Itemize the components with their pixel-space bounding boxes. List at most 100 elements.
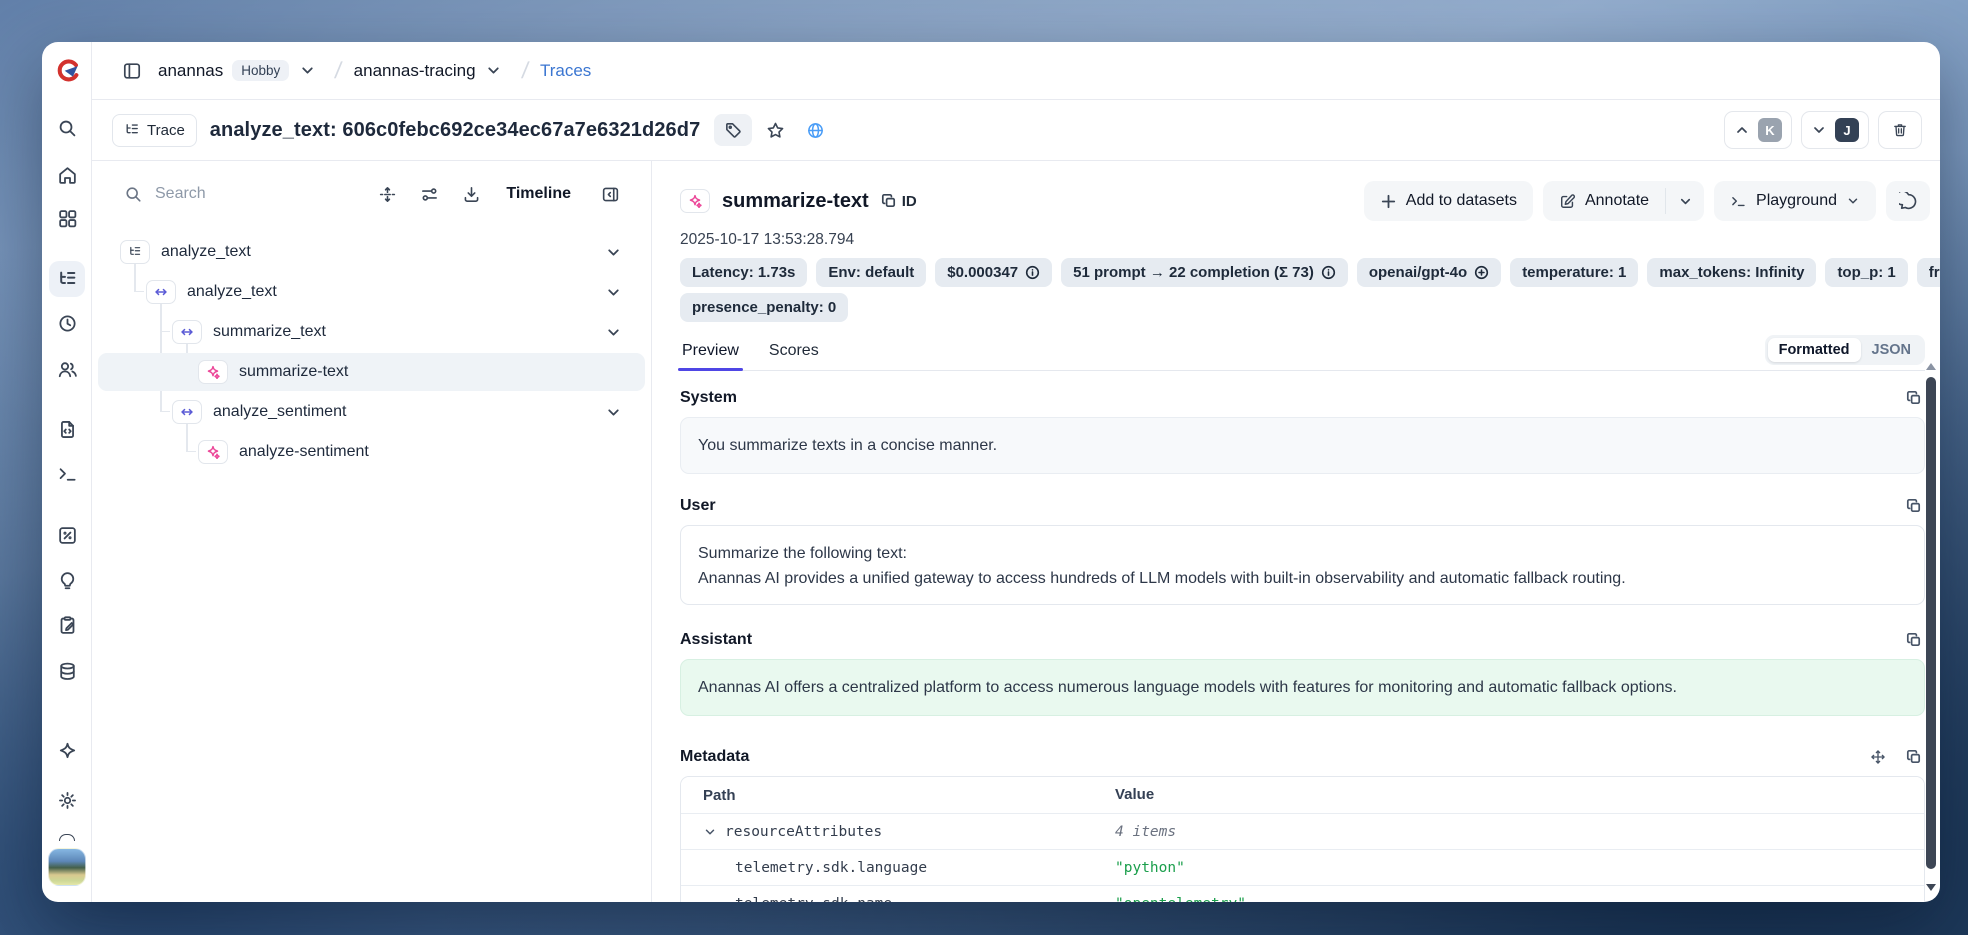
- tree-node-span[interactable]: analyze_sentiment: [92, 392, 651, 432]
- home-icon[interactable]: [49, 157, 85, 193]
- datasets-database-icon[interactable]: [49, 653, 85, 689]
- tab-preview[interactable]: Preview: [680, 342, 741, 370]
- globe-public-icon[interactable]: [798, 114, 832, 146]
- search-icon[interactable]: [49, 110, 85, 146]
- user-avatar[interactable]: [48, 848, 86, 886]
- assistant-section-header: Assistant: [680, 629, 1925, 651]
- sessions-clock-icon[interactable]: [49, 305, 85, 341]
- info-icon: [1321, 265, 1336, 280]
- prompts-file-icon[interactable]: [49, 411, 85, 447]
- trace-node-icon: [120, 240, 150, 264]
- content-column: anannas Hobby / anannas-tracing / Traces…: [92, 42, 1940, 902]
- metadata-path: telemetry.sdk.name: [735, 896, 892, 903]
- metadata-row[interactable]: resourceAttributes 4 items: [681, 813, 1924, 849]
- metadata-section-header: Metadata: [680, 746, 1925, 768]
- trace-type-badge: Trace: [112, 114, 197, 147]
- max-tokens-badge: max_tokens: Infinity: [1647, 258, 1816, 287]
- terminal-icon: [1730, 193, 1747, 210]
- observation-timestamp: 2025-10-17 13:53:28.794: [680, 231, 1940, 249]
- vertical-scrollbar[interactable]: [1924, 361, 1938, 897]
- tree-node-span[interactable]: analyze_text: [92, 272, 651, 312]
- chevron-down-icon[interactable]: [605, 284, 622, 301]
- metadata-path: telemetry.sdk.language: [735, 860, 927, 876]
- metadata-value: 4 items: [1115, 824, 1176, 840]
- users-icon[interactable]: [49, 351, 85, 387]
- format-json-option[interactable]: JSON: [1861, 338, 1923, 362]
- tag-icon[interactable]: [714, 114, 752, 146]
- metadata-row[interactable]: telemetry.sdk.name "opentelemetry": [681, 885, 1924, 902]
- timeline-toggle[interactable]: Timeline: [506, 185, 571, 203]
- trace-tree: analyze_text analyze_text summarize_text: [92, 232, 651, 472]
- lightbulb-icon[interactable]: [49, 562, 85, 598]
- expand-metadata-icon[interactable]: [1867, 746, 1889, 768]
- tree-node-generation[interactable]: analyze-sentiment: [92, 432, 651, 472]
- tree-search-input[interactable]: [155, 185, 275, 203]
- top-p-badge: top_p: 1: [1825, 258, 1907, 287]
- scroll-up-arrow[interactable]: [1926, 363, 1936, 370]
- system-label: System: [680, 389, 737, 407]
- observation-header: summarize-text ID Add to datasets: [680, 179, 1940, 223]
- copy-assistant-icon[interactable]: [1903, 629, 1925, 651]
- model-badge[interactable]: openai/gpt-4o: [1357, 258, 1501, 287]
- add-to-datasets-button[interactable]: Add to datasets: [1364, 181, 1533, 221]
- tree-node-span[interactable]: summarize_text: [92, 312, 651, 352]
- annotation-clipboard-icon[interactable]: [49, 607, 85, 643]
- expand-collapse-all-icon[interactable]: [370, 177, 404, 211]
- cost-badge[interactable]: $0.000347: [935, 258, 1052, 287]
- user-section-header: User: [680, 495, 1925, 517]
- metadata-col-path: Path: [703, 787, 736, 804]
- tree-toolbar: Timeline: [92, 172, 651, 216]
- scroll-down-arrow[interactable]: [1926, 884, 1936, 891]
- org-chevron-down-icon[interactable]: [291, 55, 323, 87]
- collapse-panel-icon[interactable]: [593, 177, 627, 211]
- observation-title: summarize-text: [722, 190, 869, 213]
- star-bookmark-icon[interactable]: [758, 114, 792, 146]
- info-icon: [1025, 265, 1040, 280]
- breadcrumb-traces-link[interactable]: Traces: [540, 61, 591, 81]
- assistant-message-box: Anannas AI offers a centralized platform…: [680, 659, 1925, 716]
- comments-icon[interactable]: [1886, 181, 1930, 221]
- breadcrumb-separator: /: [321, 57, 355, 84]
- playground-chevron-down-icon: [1846, 194, 1860, 208]
- upgrade-sparkle-icon[interactable]: [49, 733, 85, 769]
- copy-metadata-icon[interactable]: [1903, 746, 1925, 768]
- chevron-down-icon[interactable]: [605, 404, 622, 421]
- system-section-header: System: [680, 387, 1925, 409]
- tracing-icon[interactable]: [49, 261, 85, 297]
- tree-node-trace[interactable]: analyze_text: [92, 232, 651, 272]
- tab-scores[interactable]: Scores: [767, 342, 821, 370]
- scrollbar-thumb[interactable]: [1926, 377, 1936, 869]
- assistant-label: Assistant: [680, 631, 752, 649]
- chevron-down-icon[interactable]: [605, 244, 622, 261]
- format-formatted-option[interactable]: Formatted: [1768, 338, 1861, 362]
- sidebar-toggle-icon[interactable]: [116, 55, 148, 87]
- prev-trace-button[interactable]: K: [1724, 111, 1792, 149]
- chevron-down-icon[interactable]: [703, 825, 717, 839]
- observation-badges-row: Latency: 1.73s Env: default $0.000347 51…: [680, 258, 1940, 287]
- breadcrumb-project[interactable]: anannas-tracing: [354, 61, 476, 81]
- delete-trash-icon[interactable]: [1878, 111, 1922, 149]
- system-message-text: You summarize texts in a concise manner.: [698, 437, 997, 454]
- dashboards-icon[interactable]: [49, 200, 85, 236]
- download-icon[interactable]: [454, 177, 488, 211]
- terminal-icon[interactable]: [49, 456, 85, 492]
- observation-panel: summarize-text ID Add to datasets: [652, 161, 1940, 902]
- chevron-down-icon[interactable]: [605, 324, 622, 341]
- evals-percent-icon[interactable]: [49, 517, 85, 553]
- annotate-button[interactable]: Annotate: [1543, 181, 1665, 221]
- settings-gear-icon[interactable]: [49, 782, 85, 818]
- playground-button[interactable]: Playground: [1714, 181, 1876, 221]
- copy-id-button[interactable]: ID: [881, 193, 917, 210]
- next-trace-button[interactable]: J: [1801, 111, 1869, 149]
- app-logo-icon[interactable]: [54, 57, 81, 84]
- tokens-badge[interactable]: 51 prompt → 22 completion (Σ 73): [1061, 258, 1348, 287]
- copy-system-icon[interactable]: [1903, 387, 1925, 409]
- tree-node-generation-selected[interactable]: summarize-text: [92, 352, 651, 392]
- project-chevron-down-icon[interactable]: [478, 55, 510, 87]
- metadata-row[interactable]: telemetry.sdk.language "python": [681, 849, 1924, 885]
- copy-user-icon[interactable]: [1903, 495, 1925, 517]
- tree-node-label: analyze_text: [161, 243, 251, 261]
- view-settings-sliders-icon[interactable]: [412, 177, 446, 211]
- breadcrumb-org[interactable]: anannas: [158, 61, 223, 81]
- annotate-chevron-down-icon[interactable]: [1666, 181, 1704, 221]
